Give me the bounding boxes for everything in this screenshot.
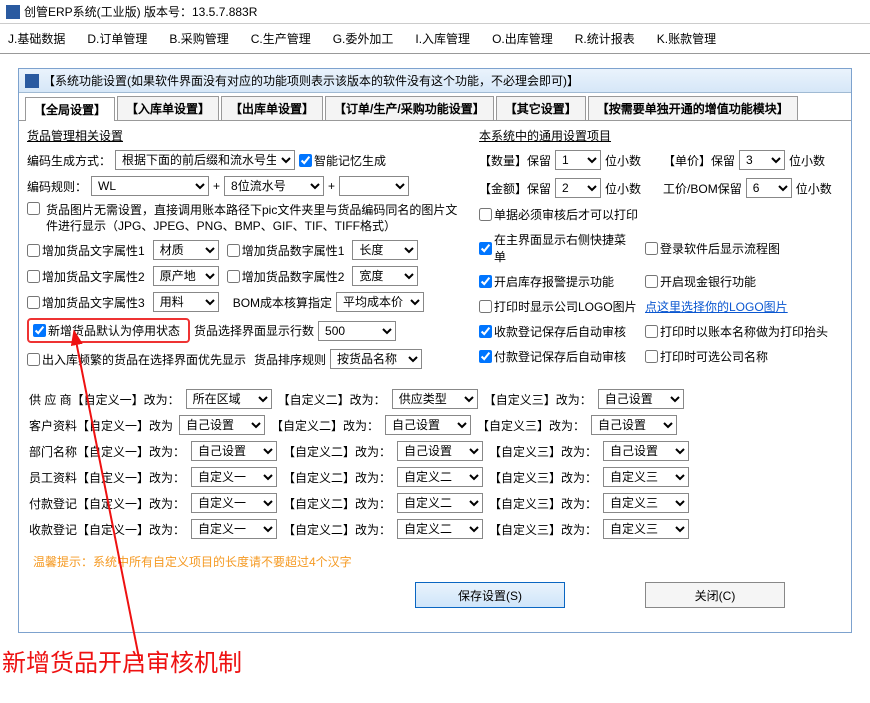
recv-auto-audit-check[interactable]: 收款登记保存后自动审核	[479, 323, 637, 340]
emp-def1[interactable]: 自定义一	[191, 467, 277, 487]
menu-item[interactable]: D.订单管理	[87, 30, 147, 47]
tab-other[interactable]: 【其它设置】	[496, 96, 586, 120]
logo-link[interactable]: 点这里选择你的LOGO图片	[645, 298, 788, 315]
num-attr1-select[interactable]: 长度	[352, 240, 418, 260]
smart-memory-check[interactable]: 智能记忆生成	[299, 152, 386, 169]
menu-item[interactable]: B.采购管理	[169, 30, 228, 47]
menu-item[interactable]: C.生产管理	[251, 30, 311, 47]
menu-item[interactable]: I.入库管理	[415, 30, 470, 47]
amt-label: 【金额】保留	[479, 180, 551, 197]
menu-item[interactable]: G.委外加工	[333, 30, 394, 47]
menu-item[interactable]: O.出库管理	[492, 30, 553, 47]
pay-def2[interactable]: 自定义二	[397, 493, 483, 513]
menu-item[interactable]: R.统计报表	[575, 30, 635, 47]
print-logo-check[interactable]: 打印时显示公司LOGO图片	[479, 298, 637, 315]
tab-addon[interactable]: 【按需要单独开通的增值功能模块】	[588, 96, 798, 120]
tab-outbound[interactable]: 【出库单设置】	[221, 96, 323, 120]
custom-definitions: 供 应 商【自定义一】改为： 所在区域 【自定义二】改为： 供应类型 【自定义三…	[29, 389, 841, 539]
sort-label: 货品排序规则	[254, 351, 326, 368]
title-text: 创管ERP系统(工业版) 版本号：13.5.7.883R	[24, 3, 257, 20]
text-attr2-select[interactable]: 原产地	[153, 266, 219, 286]
annotation: 新增货品开启审核机制	[0, 633, 870, 703]
tab-global[interactable]: 【全局设置】	[25, 97, 115, 121]
hint-text: 温馨提示：系统中所有自定义项目的长度请不要超过4个汉字	[33, 553, 843, 570]
new-disable-check[interactable]: 新增货品默认为停用状态	[33, 322, 180, 339]
show-flowchart-check[interactable]: 登录软件后显示流程图	[645, 240, 780, 257]
stock-alert-check[interactable]: 开启库存报警提示功能	[479, 273, 637, 290]
cust-def2[interactable]: 自己设置	[385, 415, 471, 435]
text-attr1-check[interactable]: 增加货品文字属性1	[27, 242, 145, 259]
cust-def3[interactable]: 自己设置	[591, 415, 677, 435]
sort-select[interactable]: 按货品名称	[330, 349, 422, 369]
rule-serial-select[interactable]: 8位流水号	[224, 176, 324, 196]
dept-def1[interactable]: 自己设置	[191, 441, 277, 461]
tabstrip: 【全局设置】 【入库单设置】 【出库单设置】 【订单/生产/采购功能设置】 【其…	[19, 93, 851, 121]
emp-def3[interactable]: 自定义三	[603, 467, 689, 487]
emp-def2[interactable]: 自定义二	[397, 467, 483, 487]
pic-note-text: 货品图片无需设置，直接调用账本路径下pic文件夹里与货品编码同名的图片文件进行显…	[46, 202, 465, 234]
menu-item[interactable]: K.账款管理	[657, 30, 716, 47]
qty-label: 【数量】保留	[479, 152, 551, 169]
save-button[interactable]: 保存设置(S)	[415, 582, 565, 608]
pic-note-check[interactable]	[27, 202, 40, 215]
left-section-title: 货品管理相关设置	[27, 127, 465, 144]
rule-prefix-select[interactable]: WL	[91, 176, 209, 196]
app-icon	[6, 5, 20, 19]
menubar: J.基础数据 D.订单管理 B.采购管理 C.生产管理 G.委外加工 I.入库管…	[0, 24, 870, 54]
supplier-def1[interactable]: 所在区域	[186, 389, 272, 409]
freq-priority-check[interactable]: 出入库频繁的货品在选择界面优先显示	[27, 351, 246, 368]
menu-item[interactable]: J.基础数据	[8, 30, 65, 47]
encode-mode-select[interactable]: 根据下面的前后缀和流水号生成编码	[115, 150, 295, 170]
bom-keep-label: 工价/BOM保留	[663, 180, 742, 197]
dept-def2[interactable]: 自己设置	[397, 441, 483, 461]
rule-label: 编码规则：	[27, 178, 87, 195]
recv-def1[interactable]: 自定义一	[191, 519, 277, 539]
recv-def2[interactable]: 自定义二	[397, 519, 483, 539]
num-attr1-check[interactable]: 增加货品数字属性1	[227, 242, 345, 259]
text-attr2-check[interactable]: 增加货品文字属性2	[27, 268, 145, 285]
text-attr3-check[interactable]: 增加货品文字属性3	[27, 294, 145, 311]
supplier-def3[interactable]: 自己设置	[598, 389, 684, 409]
audit-print-check[interactable]: 单据必须审核后才可以打印	[479, 206, 638, 223]
recv-def3[interactable]: 自定义三	[603, 519, 689, 539]
cash-bank-check[interactable]: 开启现金银行功能	[645, 273, 756, 290]
text-attr1-select[interactable]: 材质	[153, 240, 219, 260]
tab-order[interactable]: 【订单/生产/采购功能设置】	[325, 96, 494, 120]
window-icon	[25, 74, 39, 88]
bom-keep-select[interactable]: 6	[746, 178, 792, 198]
titlebar: 创管ERP系统(工业版) 版本号：13.5.7.883R	[0, 0, 870, 24]
close-button[interactable]: 关闭(C)	[645, 582, 785, 608]
pay-def3[interactable]: 自定义三	[603, 493, 689, 513]
amt-dec-select[interactable]: 2	[555, 178, 601, 198]
tab-inbound[interactable]: 【入库单设置】	[117, 96, 219, 120]
dept-def3[interactable]: 自己设置	[603, 441, 689, 461]
sel-rows-select[interactable]: 500	[318, 321, 396, 341]
annotation-text: 新增货品开启审核机制	[2, 643, 242, 678]
print-company-check[interactable]: 打印时可选公司名称	[645, 348, 768, 365]
cust-def1[interactable]: 自己设置	[179, 415, 265, 435]
qty-dec-select[interactable]: 1	[555, 150, 601, 170]
print-header-check[interactable]: 打印时以账本名称做为打印抬头	[645, 323, 828, 340]
right-section-title: 本系统中的通用设置项目	[479, 127, 843, 144]
bom-cost-select[interactable]: 平均成本价	[336, 292, 424, 312]
highlight-box: 新增货品默认为停用状态	[27, 318, 190, 343]
pay-def1[interactable]: 自定义一	[191, 493, 277, 513]
settings-window-title: 【系统功能设置(如果软件界面没有对应的功能项则表示该版本的软件没有这个功能，不必…	[19, 69, 851, 93]
pay-auto-audit-check[interactable]: 付款登记保存后自动审核	[479, 348, 637, 365]
rule-suffix-select[interactable]	[339, 176, 409, 196]
show-quick-menu-check[interactable]: 在主界面显示右侧快捷菜单	[479, 231, 637, 265]
price-label: 【单价】保留	[663, 152, 735, 169]
encode-label: 编码生成方式：	[27, 152, 111, 169]
num-attr2-select[interactable]: 宽度	[352, 266, 418, 286]
supplier-def2[interactable]: 供应类型	[392, 389, 478, 409]
settings-window: 【系统功能设置(如果软件界面没有对应的功能项则表示该版本的软件没有这个功能，不必…	[18, 68, 852, 633]
price-dec-select[interactable]: 3	[739, 150, 785, 170]
bom-label: BOM成本核算指定	[233, 294, 332, 311]
text-attr3-select[interactable]: 用料	[153, 292, 219, 312]
sel-rows-label: 货品选择界面显示行数	[194, 322, 314, 339]
num-attr2-check[interactable]: 增加货品数字属性2	[227, 268, 345, 285]
